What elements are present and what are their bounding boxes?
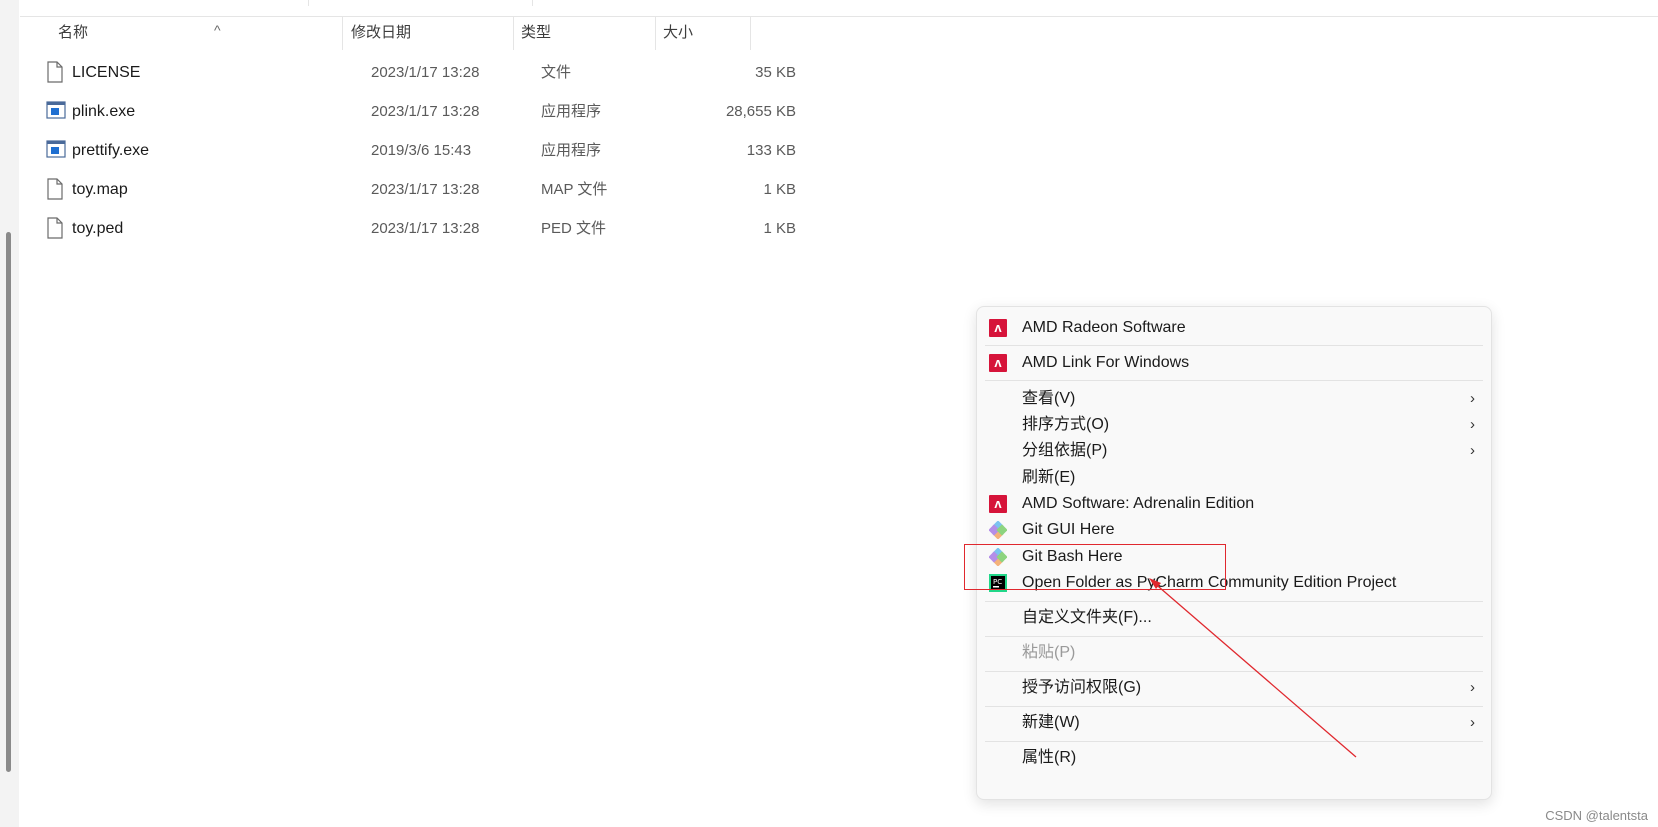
file-row[interactable]: toy.ped 2023/1/17 13:28 PED 文件 1 KB xyxy=(46,209,796,249)
file-date: 2023/1/17 13:28 xyxy=(371,220,480,237)
chevron-right-icon: › xyxy=(1470,679,1475,696)
chevron-right-icon: › xyxy=(1470,714,1475,731)
left-pane-edge xyxy=(0,0,19,827)
file-type: 文件 xyxy=(541,64,572,81)
file-row[interactable]: LICENSE 2023/1/17 13:28 文件 35 KB xyxy=(46,53,796,93)
sort-ascending-icon: ^ xyxy=(214,22,221,38)
file-name: toy.map xyxy=(72,181,128,198)
menu-separator xyxy=(985,706,1483,707)
menu-separator xyxy=(985,601,1483,602)
amd-logo-icon: ʌ xyxy=(989,495,1007,513)
amd-logo-icon: ʌ xyxy=(989,354,1007,372)
column-header-size[interactable]: 大小 xyxy=(663,16,743,50)
menu-separator xyxy=(985,741,1483,742)
menu-separator xyxy=(985,671,1483,672)
amd-logo-icon: ʌ xyxy=(989,319,1007,337)
git-logo-icon xyxy=(989,521,1007,539)
menu-separator xyxy=(985,345,1483,346)
column-divider[interactable] xyxy=(513,16,514,50)
file-type: PED 文件 xyxy=(541,220,607,237)
menu-item-amd-radeon[interactable]: ʌ AMD Radeon Software xyxy=(977,313,1491,343)
file-type: MAP 文件 xyxy=(541,181,608,198)
watermark-text: CSDN @talentsta xyxy=(1545,808,1648,823)
file-type: 应用程序 xyxy=(541,103,602,120)
menu-item-customize-folder[interactable]: 自定义文件夹(F)... xyxy=(977,603,1491,633)
column-divider[interactable] xyxy=(750,16,751,50)
toolbar-edge xyxy=(20,0,1658,17)
file-icon xyxy=(46,217,66,239)
column-header-name[interactable]: 名称 ^ xyxy=(58,16,338,50)
file-row[interactable]: prettify.exe 2019/3/6 15:43 应用程序 133 KB xyxy=(46,131,796,171)
column-header-row: 名称 ^ 修改日期 类型 大小 xyxy=(48,16,793,50)
menu-separator xyxy=(985,380,1483,381)
file-name: plink.exe xyxy=(72,103,136,120)
exe-icon xyxy=(46,100,66,122)
menu-item-paste[interactable]: 粘贴(P) xyxy=(977,638,1491,668)
menu-item-new[interactable]: 新建(W) › xyxy=(977,708,1491,738)
file-name: toy.ped xyxy=(72,220,124,237)
file-row[interactable]: toy.map 2023/1/17 13:28 MAP 文件 1 KB xyxy=(46,170,796,210)
column-divider[interactable] xyxy=(342,16,343,50)
menu-separator xyxy=(985,636,1483,637)
menu-item-git-gui[interactable]: Git GUI Here xyxy=(977,515,1491,545)
annotation-highlight-box xyxy=(964,544,1226,590)
scrollbar-thumb[interactable] xyxy=(6,232,11,772)
menu-item-properties[interactable]: 属性(R) xyxy=(977,743,1491,773)
file-size: 133 KB xyxy=(746,142,796,159)
file-size: 35 KB xyxy=(755,64,796,81)
file-date: 2023/1/17 13:28 xyxy=(371,64,480,81)
file-name: LICENSE xyxy=(72,64,141,81)
file-name: prettify.exe xyxy=(72,142,150,159)
column-header-type[interactable]: 类型 xyxy=(521,16,651,50)
menu-item-grant-access[interactable]: 授予访问权限(G) › xyxy=(977,673,1491,703)
file-row[interactable]: plink.exe 2023/1/17 13:28 应用程序 28,655 KB xyxy=(46,92,796,132)
file-type: 应用程序 xyxy=(541,142,602,159)
file-size: 1 KB xyxy=(763,220,796,237)
exe-icon xyxy=(46,139,66,161)
column-divider[interactable] xyxy=(655,16,656,50)
menu-item-amd-link[interactable]: ʌ AMD Link For Windows xyxy=(977,348,1491,378)
chevron-right-icon: › xyxy=(1470,442,1475,459)
file-date: 2023/1/17 13:28 xyxy=(371,181,480,198)
menu-item-group[interactable]: 分组依据(P) › xyxy=(977,436,1491,466)
column-header-date[interactable]: 修改日期 xyxy=(351,16,511,50)
file-date: 2023/1/17 13:28 xyxy=(371,103,480,120)
file-size: 1 KB xyxy=(763,181,796,198)
file-size: 28,655 KB xyxy=(725,103,796,120)
file-date: 2019/3/6 15:43 xyxy=(371,142,472,159)
file-icon xyxy=(46,61,66,83)
file-icon xyxy=(46,178,66,200)
